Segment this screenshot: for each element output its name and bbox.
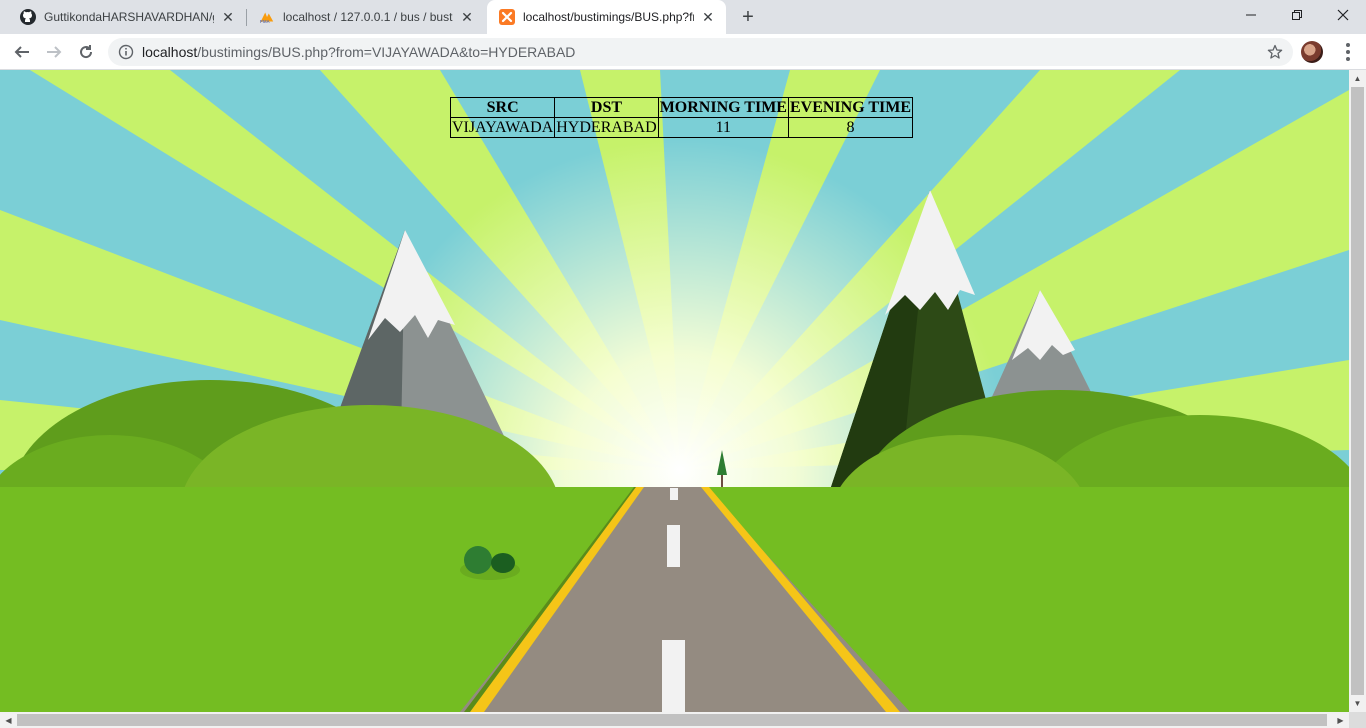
svg-text:PMA: PMA [260, 19, 271, 24]
column-header-evening-time: EVENING TIME [787, 97, 914, 118]
cell-dst: HYDERABAD [554, 117, 659, 138]
reload-button[interactable] [72, 38, 100, 66]
table-row: VIJAYAWADA HYDERABAD 11 8 [449, 117, 914, 138]
tab-title: localhost/bustimings/BUS.php?fr [523, 10, 694, 24]
reload-icon [80, 45, 93, 59]
close-icon[interactable]: ✕ [459, 9, 475, 25]
github-icon [20, 9, 36, 25]
new-tab-button[interactable]: + [736, 5, 760, 29]
forward-arrow-icon [47, 46, 62, 58]
minimize-button[interactable] [1228, 0, 1274, 30]
scroll-up-arrow-icon[interactable]: ▲ [1349, 70, 1366, 87]
column-header-morning-time: MORNING TIME [657, 97, 789, 118]
url-text: localhost/bustimings/BUS.php?from=VIJAYA… [142, 44, 575, 60]
horizontal-scroll-thumb[interactable] [17, 714, 1327, 726]
scroll-down-arrow-icon[interactable]: ▼ [1349, 695, 1366, 712]
phpmyadmin-icon: PMA [259, 9, 275, 25]
tab-github[interactable]: GuttikondaHARSHAVARDHAN/gu ✕ [0, 0, 246, 34]
cell-morning-time: 11 [657, 117, 789, 138]
table-header-row: SRC DST MORNING TIME EVENING TIME [449, 97, 914, 118]
profile-avatar[interactable] [1301, 41, 1323, 63]
info-icon[interactable] [118, 44, 134, 60]
url-host: localhost [142, 44, 198, 60]
browser-window: GuttikondaHARSHAVARDHAN/gu ✕ PMA localho… [0, 0, 1366, 728]
bookmark-star-icon[interactable] [1267, 44, 1283, 60]
close-icon[interactable]: ✕ [220, 9, 236, 25]
page-viewport: SRC DST MORNING TIME EVENING TIME VIJAYA… [0, 70, 1349, 712]
minimize-icon [1246, 14, 1256, 16]
close-window-button[interactable] [1320, 0, 1366, 30]
column-header-dst: DST [554, 97, 659, 118]
vertical-scrollbar[interactable]: ▲ ▼ [1349, 70, 1366, 712]
tab-title: GuttikondaHARSHAVARDHAN/gu [44, 10, 214, 24]
cell-evening-time: 8 [787, 117, 914, 138]
url-path: /bustimings/BUS.php?from=VIJAYAWADA&to=H… [197, 44, 576, 60]
tab-phpmyadmin[interactable]: PMA localhost / 127.0.0.1 / bus / busti … [247, 0, 485, 34]
xampp-icon [499, 9, 515, 25]
cell-src: VIJAYAWADA [449, 117, 556, 138]
tab-title: localhost / 127.0.0.1 / bus / busti [283, 10, 453, 24]
close-icon [1337, 9, 1349, 21]
scrollbar-corner [1349, 712, 1366, 728]
column-header-src: SRC [449, 97, 556, 118]
close-icon[interactable]: ✕ [700, 9, 716, 25]
bus-timings-table: SRC DST MORNING TIME EVENING TIME VIJAYA… [449, 97, 914, 138]
browser-toolbar: localhost/bustimings/BUS.php?from=VIJAYA… [0, 34, 1366, 70]
browser-menu-button[interactable] [1336, 40, 1360, 64]
tab-bustimings[interactable]: localhost/bustimings/BUS.php?fr ✕ [487, 0, 726, 34]
tab-strip: GuttikondaHARSHAVARDHAN/gu ✕ PMA localho… [0, 0, 1366, 34]
address-bar[interactable]: localhost/bustimings/BUS.php?from=VIJAYA… [108, 38, 1293, 66]
forward-button[interactable] [40, 38, 68, 66]
horizontal-scrollbar[interactable]: ◀ ▶ [0, 712, 1349, 728]
restore-icon [1292, 10, 1302, 20]
back-button[interactable] [8, 38, 36, 66]
scroll-left-arrow-icon[interactable]: ◀ [0, 712, 17, 728]
vertical-scroll-thumb[interactable] [1351, 87, 1364, 695]
scroll-right-arrow-icon[interactable]: ▶ [1332, 712, 1349, 728]
back-arrow-icon [14, 46, 29, 58]
landscape-background [0, 70, 1349, 712]
restore-button[interactable] [1274, 0, 1320, 30]
